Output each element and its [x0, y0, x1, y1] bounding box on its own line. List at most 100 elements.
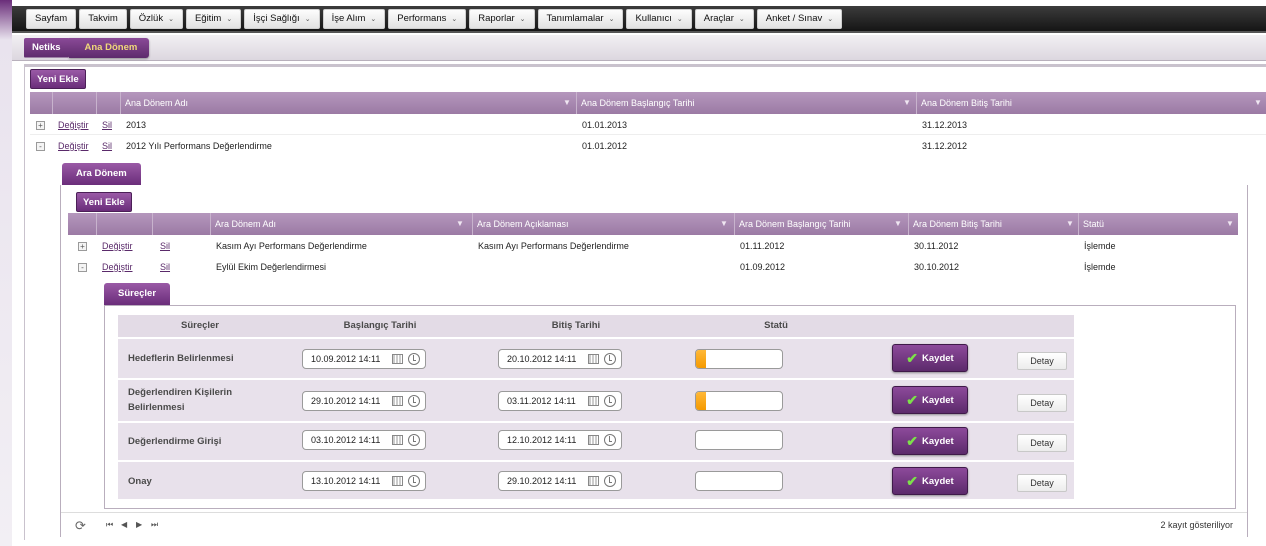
column-header-name[interactable]: Ara Dönem Adı: [210, 213, 472, 235]
column-header-end[interactable]: Ara Dönem Bitiş Tarihi: [908, 213, 1078, 235]
filter-icon[interactable]: ▼: [903, 99, 911, 107]
calendar-icon[interactable]: [588, 354, 599, 364]
column-header-desc[interactable]: Ara Dönem Açıklaması: [472, 213, 734, 235]
delete-link[interactable]: Sil: [156, 236, 170, 256]
chevron-down-icon: ⌄: [304, 15, 311, 23]
end-date-input[interactable]: 12.10.2012 14:11: [498, 430, 622, 450]
filter-icon[interactable]: ▼: [563, 99, 571, 107]
expand-icon[interactable]: +: [36, 121, 45, 130]
clock-icon[interactable]: [408, 353, 420, 365]
detail-button[interactable]: Detay: [1017, 434, 1067, 452]
delete-link[interactable]: Sil: [156, 257, 170, 277]
chevron-down-icon: ⌄: [370, 15, 377, 23]
clock-icon[interactable]: [604, 434, 616, 446]
menu-anket-sinav[interactable]: Anket / Sınav ⌄: [756, 8, 843, 29]
clock-icon[interactable]: [408, 434, 420, 446]
cell-end: 30.11.2012: [914, 241, 959, 251]
tab-ara-donem[interactable]: Ara Dönem: [62, 163, 141, 185]
clock-icon[interactable]: [604, 353, 616, 365]
header-spacer: [152, 213, 210, 235]
calendar-icon[interactable]: [392, 476, 403, 486]
menu-egitim[interactable]: Eğitim ⌄: [185, 8, 242, 29]
start-date-input[interactable]: 13.10.2012 14:11: [302, 471, 426, 491]
chevron-down-icon: ⌄: [451, 15, 458, 23]
menu-takvim[interactable]: Takvim: [79, 8, 127, 29]
chevron-down-icon: ⌄: [226, 15, 233, 23]
edit-link[interactable]: Değiştir: [98, 257, 133, 277]
calendar-icon[interactable]: [392, 396, 403, 406]
menu-sayfam[interactable]: Sayfam: [26, 8, 77, 29]
filter-icon[interactable]: ▼: [456, 220, 464, 228]
filter-icon[interactable]: ▼: [894, 220, 902, 228]
column-header-name[interactable]: Ana Dönem Adı: [120, 92, 576, 114]
column-header-start: Başlangıç Tarihi: [343, 320, 417, 331]
detail-button[interactable]: Detay: [1017, 352, 1067, 370]
column-header-start[interactable]: Ara Dönem Başlangıç Tarihi: [734, 213, 908, 235]
chevron-down-icon: ⌄: [827, 15, 834, 23]
last-page-icon[interactable]: ⏭: [151, 520, 158, 530]
clock-icon[interactable]: [604, 395, 616, 407]
process-name-line: Hedeflerin Belirlenmesi: [128, 353, 234, 364]
tab-surecler[interactable]: Süreçler: [104, 283, 171, 305]
menu-kullanici[interactable]: Kullanıcı ⌄: [626, 8, 692, 29]
collapse-icon[interactable]: -: [78, 263, 87, 272]
collapse-icon[interactable]: -: [36, 142, 45, 151]
column-header-end[interactable]: Ana Dönem Bitiş Tarihi: [916, 92, 1266, 114]
filter-icon[interactable]: ▼: [1254, 99, 1262, 107]
menu-performans[interactable]: Performans ⌄: [388, 8, 467, 29]
calendar-icon[interactable]: [588, 396, 599, 406]
end-date-input[interactable]: 03.11.2012 14:11: [498, 391, 622, 411]
add-sub-period-button[interactable]: Yeni Ekle: [76, 192, 132, 212]
menu-ozluk[interactable]: Özlük ⌄: [129, 8, 183, 29]
calendar-icon[interactable]: [392, 435, 403, 445]
process-name-line: Onay: [128, 476, 152, 487]
end-date-input[interactable]: 29.10.2012 14:11: [498, 471, 622, 491]
delete-link[interactable]: Sil: [98, 136, 112, 156]
main-menu-bar: Sayfam Takvim Özlük ⌄ Eğitim ⌄ İşçi Sağlığ…: [12, 6, 1266, 33]
filter-icon[interactable]: ▼: [1066, 220, 1074, 228]
save-button[interactable]: ✔ Kaydet: [892, 467, 968, 495]
detail-button[interactable]: Detay: [1017, 474, 1067, 492]
edit-link[interactable]: Değiştir: [98, 236, 133, 256]
delete-link[interactable]: Sil: [98, 115, 112, 135]
clock-icon[interactable]: [408, 475, 420, 487]
filter-icon[interactable]: ▼: [720, 220, 728, 228]
first-page-icon[interactable]: ⏮: [106, 520, 113, 530]
start-date-input[interactable]: 29.10.2012 14:11: [302, 391, 426, 411]
menu-araclar[interactable]: Araçlar ⌄: [694, 8, 754, 29]
edit-link[interactable]: Değiştir: [54, 115, 89, 135]
menu-label: Takvim: [88, 13, 118, 24]
calendar-icon[interactable]: [392, 354, 403, 364]
menu-ise-alim[interactable]: İşe Alım ⌄: [322, 8, 386, 29]
calendar-icon[interactable]: [588, 435, 599, 445]
table-row: - Değiştir Sil Eylül Ekim Değerlendirmes…: [68, 257, 1238, 277]
prev-page-icon[interactable]: ◀: [121, 520, 127, 529]
column-header-status[interactable]: Statü: [1078, 213, 1238, 235]
end-date-value: 03.11.2012 14:11: [507, 396, 576, 406]
save-button[interactable]: ✔ Kaydet: [892, 427, 968, 455]
save-button[interactable]: ✔ Kaydet: [892, 386, 968, 414]
menu-tanimlamalar[interactable]: Tanımlamalar ⌄: [537, 8, 624, 29]
calendar-icon[interactable]: [588, 476, 599, 486]
menu-raporlar[interactable]: Raporlar ⌄: [469, 8, 535, 29]
detail-button[interactable]: Detay: [1017, 394, 1067, 412]
start-date-input[interactable]: 10.09.2012 14:11: [302, 349, 426, 369]
cell-name: Kasım Ayı Performans Değerlendirme: [216, 241, 367, 251]
edit-link[interactable]: Değiştir: [54, 136, 89, 156]
menu-label: İşe Alım: [331, 13, 366, 24]
expand-icon[interactable]: +: [78, 242, 87, 251]
save-label: Kaydet: [922, 475, 954, 487]
next-page-icon[interactable]: ▶: [136, 520, 142, 529]
cell-desc: [474, 257, 478, 277]
breadcrumb-root[interactable]: Netiks: [24, 37, 75, 58]
clock-icon[interactable]: [408, 395, 420, 407]
start-date-input[interactable]: 03.10.2012 14:11: [302, 430, 426, 450]
clock-icon[interactable]: [604, 475, 616, 487]
filter-icon[interactable]: ▼: [1226, 220, 1234, 228]
menu-isci-sagligi[interactable]: İşçi Sağlığı ⌄: [244, 8, 320, 29]
save-button[interactable]: ✔ Kaydet: [892, 344, 968, 372]
add-main-period-button[interactable]: Yeni Ekle: [30, 69, 86, 89]
refresh-icon[interactable]: ⟳: [75, 518, 86, 534]
column-header-start[interactable]: Ana Dönem Başlangıç Tarihi: [576, 92, 916, 114]
end-date-input[interactable]: 20.10.2012 14:11: [498, 349, 622, 369]
